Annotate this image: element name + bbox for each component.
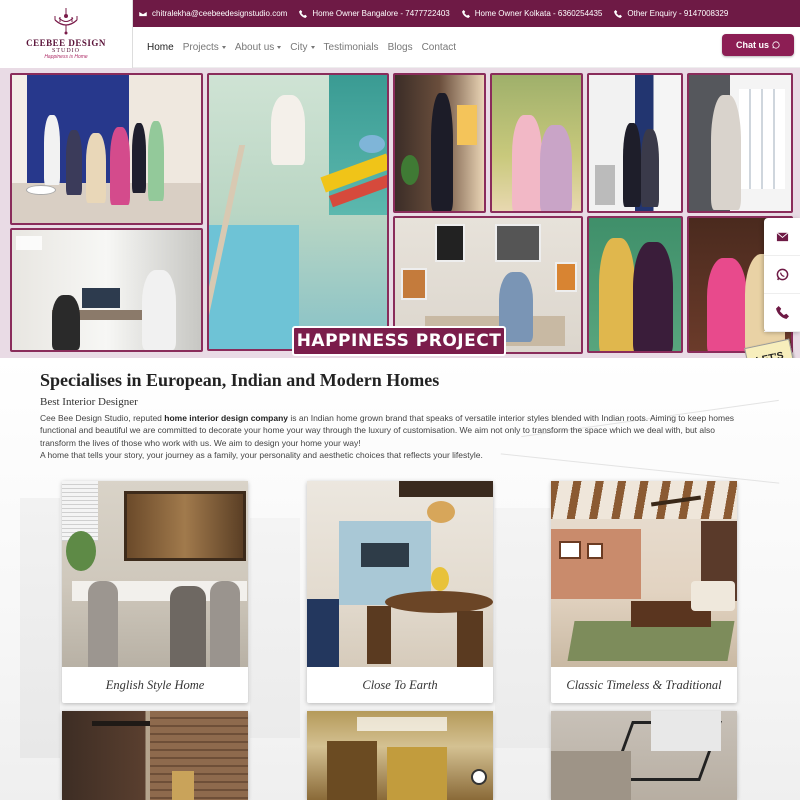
- collage-photo-woman-hallway: [393, 73, 486, 213]
- phone-icon: [775, 306, 789, 319]
- project-card-english-style[interactable]: English Style Home: [62, 481, 248, 703]
- whatsapp-icon: [772, 41, 780, 49]
- project-card-label: Classic Timeless & Traditional: [566, 677, 722, 692]
- floating-phone-button[interactable]: [764, 294, 800, 332]
- chevron-down-icon: [310, 45, 315, 49]
- floating-email-button[interactable]: [764, 218, 800, 256]
- project-card-row2-1[interactable]: [62, 711, 248, 800]
- project-image-close-to-earth: [307, 481, 493, 667]
- phone-icon: [299, 9, 308, 18]
- chevron-down-icon: [277, 45, 282, 49]
- nav-testimonials[interactable]: Testimonials: [324, 42, 379, 53]
- collage-photo-couple-blue-room: [587, 73, 683, 213]
- collage-photo-man-with-dog: [687, 73, 793, 213]
- site-logo[interactable]: CEEBEE DESIGN STUDIO Happiness is Home: [0, 0, 133, 68]
- contact-kolkata-text: Home Owner Kolkata - 6360254435: [474, 9, 603, 18]
- intro-text-1: Cee Bee Design Studio, reputed: [40, 413, 165, 423]
- mail-icon: [139, 10, 147, 17]
- whatsapp-icon: [776, 268, 788, 281]
- logo-name: CEEBEE DESIGN: [26, 38, 106, 48]
- floating-whatsapp-button[interactable]: [764, 256, 800, 294]
- nav-city-label: City: [290, 41, 308, 53]
- section-subtitle: Best Interior Designer: [40, 396, 138, 408]
- collage-photo-kids-staircase: [207, 73, 389, 351]
- phone-icon: [461, 9, 470, 18]
- intro-text-3: A home that tells your story, your journ…: [40, 449, 483, 460]
- chat-us-button[interactable]: Chat us: [722, 34, 794, 56]
- project-card-row2-3[interactable]: [551, 711, 737, 800]
- project-image-row2-1: [62, 711, 248, 800]
- floating-contact-bar: [764, 218, 800, 332]
- nav-home[interactable]: Home: [147, 42, 174, 53]
- nav-about-label: About us: [234, 41, 275, 53]
- logo-tagline: Happiness is Home: [44, 54, 88, 60]
- contact-other-text: Other Enquiry - 9147008329: [627, 9, 729, 18]
- contact-bangalore-text: Home Owner Bangalore - 7477722403: [312, 9, 450, 18]
- happiness-project-banner[interactable]: HAPPINESS PROJECT: [0, 68, 800, 358]
- phone-icon: [614, 9, 623, 18]
- project-image-classic-timeless: [551, 481, 737, 667]
- project-image-english-style: [62, 481, 248, 667]
- collage-photo-office-meeting: [10, 228, 203, 352]
- collage-photo-mother-daughter: [490, 73, 583, 213]
- chevron-down-icon: [221, 45, 226, 49]
- project-card-close-to-earth[interactable]: Close To Earth: [307, 481, 493, 703]
- contact-email-text: chitralekha@ceebeedesignstudio.com: [152, 9, 288, 18]
- nav-blogs[interactable]: Blogs: [388, 42, 413, 53]
- project-card-label: English Style Home: [105, 677, 205, 692]
- project-card-label: Close To Earth: [362, 677, 438, 692]
- intro-paragraph: Cee Bee Design Studio, reputed home inte…: [40, 412, 740, 461]
- project-card-row2-2[interactable]: [307, 711, 493, 800]
- section-title: Specialises in European, Indian and Mode…: [40, 370, 440, 390]
- contact-bangalore[interactable]: Home Owner Bangalore - 7477722403: [299, 9, 450, 18]
- chat-us-label: Chat us: [735, 40, 769, 50]
- nav-contact[interactable]: Contact: [422, 42, 456, 53]
- envelope-icon: [776, 232, 788, 242]
- project-card-classic-timeless[interactable]: Classic Timeless & Traditional: [551, 481, 737, 703]
- main-nav: Home Projects About us City Testimonials…: [133, 27, 800, 68]
- nav-city[interactable]: City: [290, 41, 315, 53]
- collage-photo-women-sarees: [587, 216, 683, 353]
- contact-email[interactable]: chitralekha@ceebeedesignstudio.com: [139, 9, 287, 18]
- contact-kolkata[interactable]: Home Owner Kolkata - 6360254435: [461, 9, 603, 18]
- contact-bar: chitralekha@ceebeedesignstudio.com Home …: [133, 0, 800, 27]
- chandelier-icon: [54, 8, 78, 35]
- nav-projects[interactable]: Projects: [183, 42, 226, 53]
- project-image-row2-2: [307, 711, 493, 800]
- nav-projects-label: Projects: [182, 41, 219, 53]
- intro-link-company[interactable]: home interior design company: [164, 413, 288, 423]
- collage-photo-family-blue-wall: [10, 73, 203, 225]
- nav-about[interactable]: About us: [234, 41, 282, 53]
- contact-other[interactable]: Other Enquiry - 9147008329: [614, 9, 728, 18]
- happiness-project-label: HAPPINESS PROJECT: [292, 326, 506, 356]
- project-image-row2-3: [551, 711, 737, 800]
